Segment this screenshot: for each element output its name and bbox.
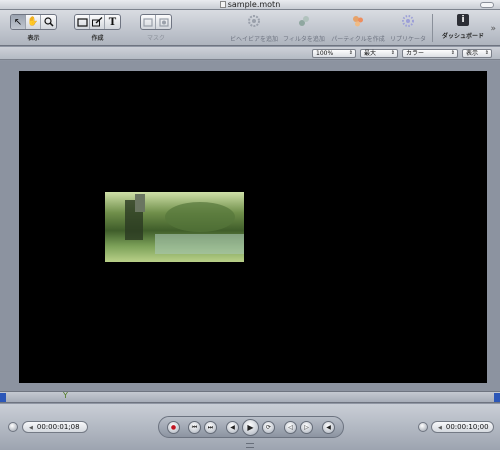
rectangle-icon[interactable] [75,15,90,29]
go-to-end-button[interactable]: ⏭ [204,421,217,434]
toolbar-toggle-button[interactable] [480,2,494,8]
play-button[interactable]: ▶ [242,419,259,436]
select-arrow-icon[interactable]: ↖ [11,15,26,29]
audio-button[interactable]: ◀ [322,421,335,434]
dashboard-button[interactable]: i ダッシュボード [437,14,489,40]
loop-button[interactable]: ⟳ [262,421,275,434]
step-back-button[interactable]: ◀ [226,421,239,434]
canvas[interactable] [19,71,487,383]
updown-arrows-icon: ⇕ [348,50,353,56]
in-point-marker[interactable] [0,393,6,402]
add-filter-label: フィルタを追加 [283,36,325,43]
particle-icon [353,16,363,27]
mask-group-label: マスク [146,35,165,42]
transport-controls: ● ⏮ ⏭ ◀ ▶ ⟳ ◁ ▷ ◀ [158,416,344,438]
updown-arrows-icon: ⇕ [450,50,455,56]
chevron-more-icon[interactable]: » [490,24,496,34]
toolbar-separator [432,14,433,42]
view-options-bar: 100% ⇕ 最大 ⇕ カラー ⇕ 表示 ⇕ [0,47,500,60]
view-tool-group: ↖ ✋ [10,14,57,30]
gear-icon [248,15,260,27]
zoom-icon[interactable] [41,15,56,29]
window-title: sample.motn [0,0,500,10]
create-group-label: 作成 [91,35,104,42]
current-time-knob[interactable] [8,422,18,432]
mask-bezier-icon[interactable] [156,15,171,29]
title-bar: sample.motn [0,0,500,10]
triangle-icon: ◀ [438,425,442,431]
end-timecode-field[interactable]: ◀ 00:00:10;00 [431,421,494,433]
channels-popup[interactable]: カラー ⇕ [402,49,458,58]
toolbar: ↖ ✋ 表示 T 作成 マスク ビヘイビアを追加 フィルタを追加 パーティクルを… [0,10,500,46]
mini-timeline[interactable]: Y [0,391,500,403]
updown-arrows-icon: ⇕ [390,50,395,56]
text-icon[interactable]: T [105,15,120,29]
mask-tool-group [140,14,172,30]
mask-rect-icon[interactable] [141,15,156,29]
playhead-icon[interactable]: Y [63,392,68,400]
previous-frame-button[interactable]: ◁ [284,421,297,434]
updown-arrows-icon: ⇕ [484,50,489,56]
add-filter-button[interactable]: フィルタを追加 [274,14,334,43]
record-button[interactable]: ● [167,421,180,434]
info-icon: i [457,14,469,26]
triangle-icon: ◀ [29,425,33,431]
document-icon [219,1,226,8]
transport-bar: ◀ 00:00:01;08 ● ⏮ ⏭ ◀ ▶ ⟳ ◁ ▷ ◀ ◀ 00:00:10… [0,404,500,450]
canvas-area [0,61,500,391]
dashboard-label: ダッシュボード [441,33,484,40]
replicator-label: リプリケータ [389,36,426,43]
zoom-level-popup[interactable]: 100% ⇕ [312,49,356,58]
out-point-marker[interactable] [494,393,500,402]
video-clip-layer[interactable] [105,192,244,262]
view-popup[interactable]: 表示 ⇕ [462,49,492,58]
next-frame-button[interactable]: ▷ [300,421,313,434]
filter-icon [299,16,309,26]
pen-icon[interactable] [90,15,105,29]
view-group-label: 表示 [27,35,40,42]
end-time-knob[interactable] [418,422,428,432]
resolution-popup[interactable]: 最大 ⇕ [360,49,398,58]
resize-grip[interactable] [246,443,254,448]
replicator-icon [402,15,414,27]
replicator-button[interactable]: リプリケータ [378,14,438,43]
create-tool-group: T [74,14,121,30]
pan-hand-icon[interactable]: ✋ [26,15,41,29]
current-timecode-field[interactable]: ◀ 00:00:01;08 [22,421,88,433]
go-to-start-button[interactable]: ⏮ [188,421,201,434]
